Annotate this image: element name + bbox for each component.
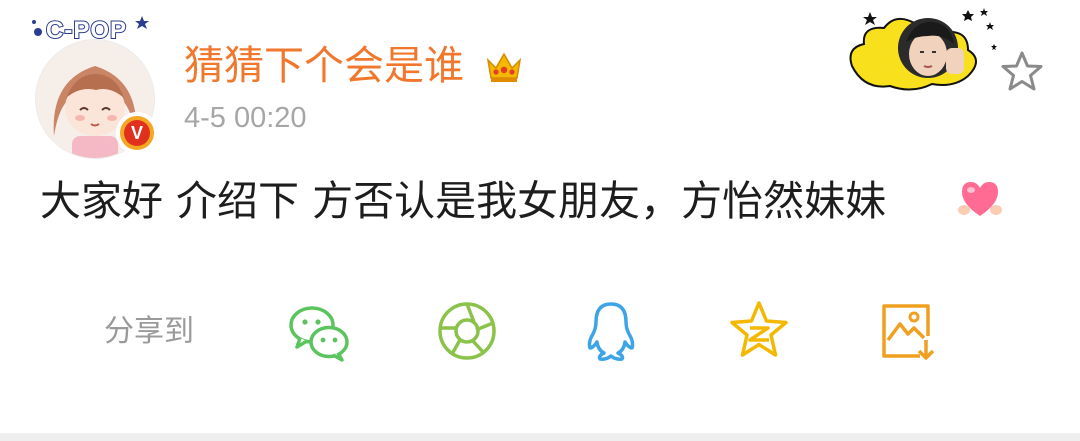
star-outline-icon (1001, 51, 1043, 91)
bottom-divider (0, 433, 1080, 441)
post-text: 大家好 介绍下 方否认是我女朋友，方怡然妹妹 (40, 177, 887, 225)
share-label: 分享到 (104, 314, 194, 349)
heart-emoji-icon (956, 174, 1004, 222)
avatar-container[interactable]: V (36, 40, 158, 158)
share-moments-button[interactable] (434, 298, 500, 364)
verified-badge-letter: V (124, 120, 150, 146)
weibo-post-card: C-POP V 猜猜下个会是谁 4-5 00:20 大家好 介绍下 方否认是我女… (0, 0, 1080, 441)
save-image-icon (882, 304, 935, 360)
wechat-icon (289, 306, 349, 362)
qzone-icon (730, 301, 788, 357)
crown-icon (484, 46, 524, 86)
share-save-image-button[interactable] (874, 298, 940, 364)
username[interactable]: 猜猜下个会是谁 (184, 40, 464, 92)
post-timestamp: 4-5 00:20 (184, 102, 307, 134)
share-qq-button[interactable] (578, 298, 644, 364)
verified-badge: V (116, 112, 158, 154)
qq-icon (587, 302, 635, 361)
favorite-star-button[interactable] (998, 48, 1046, 96)
moments-icon (438, 302, 496, 360)
celebrity-sticker-image (842, 4, 1004, 96)
share-wechat-button[interactable] (286, 298, 352, 364)
share-qzone-button[interactable] (726, 298, 792, 364)
